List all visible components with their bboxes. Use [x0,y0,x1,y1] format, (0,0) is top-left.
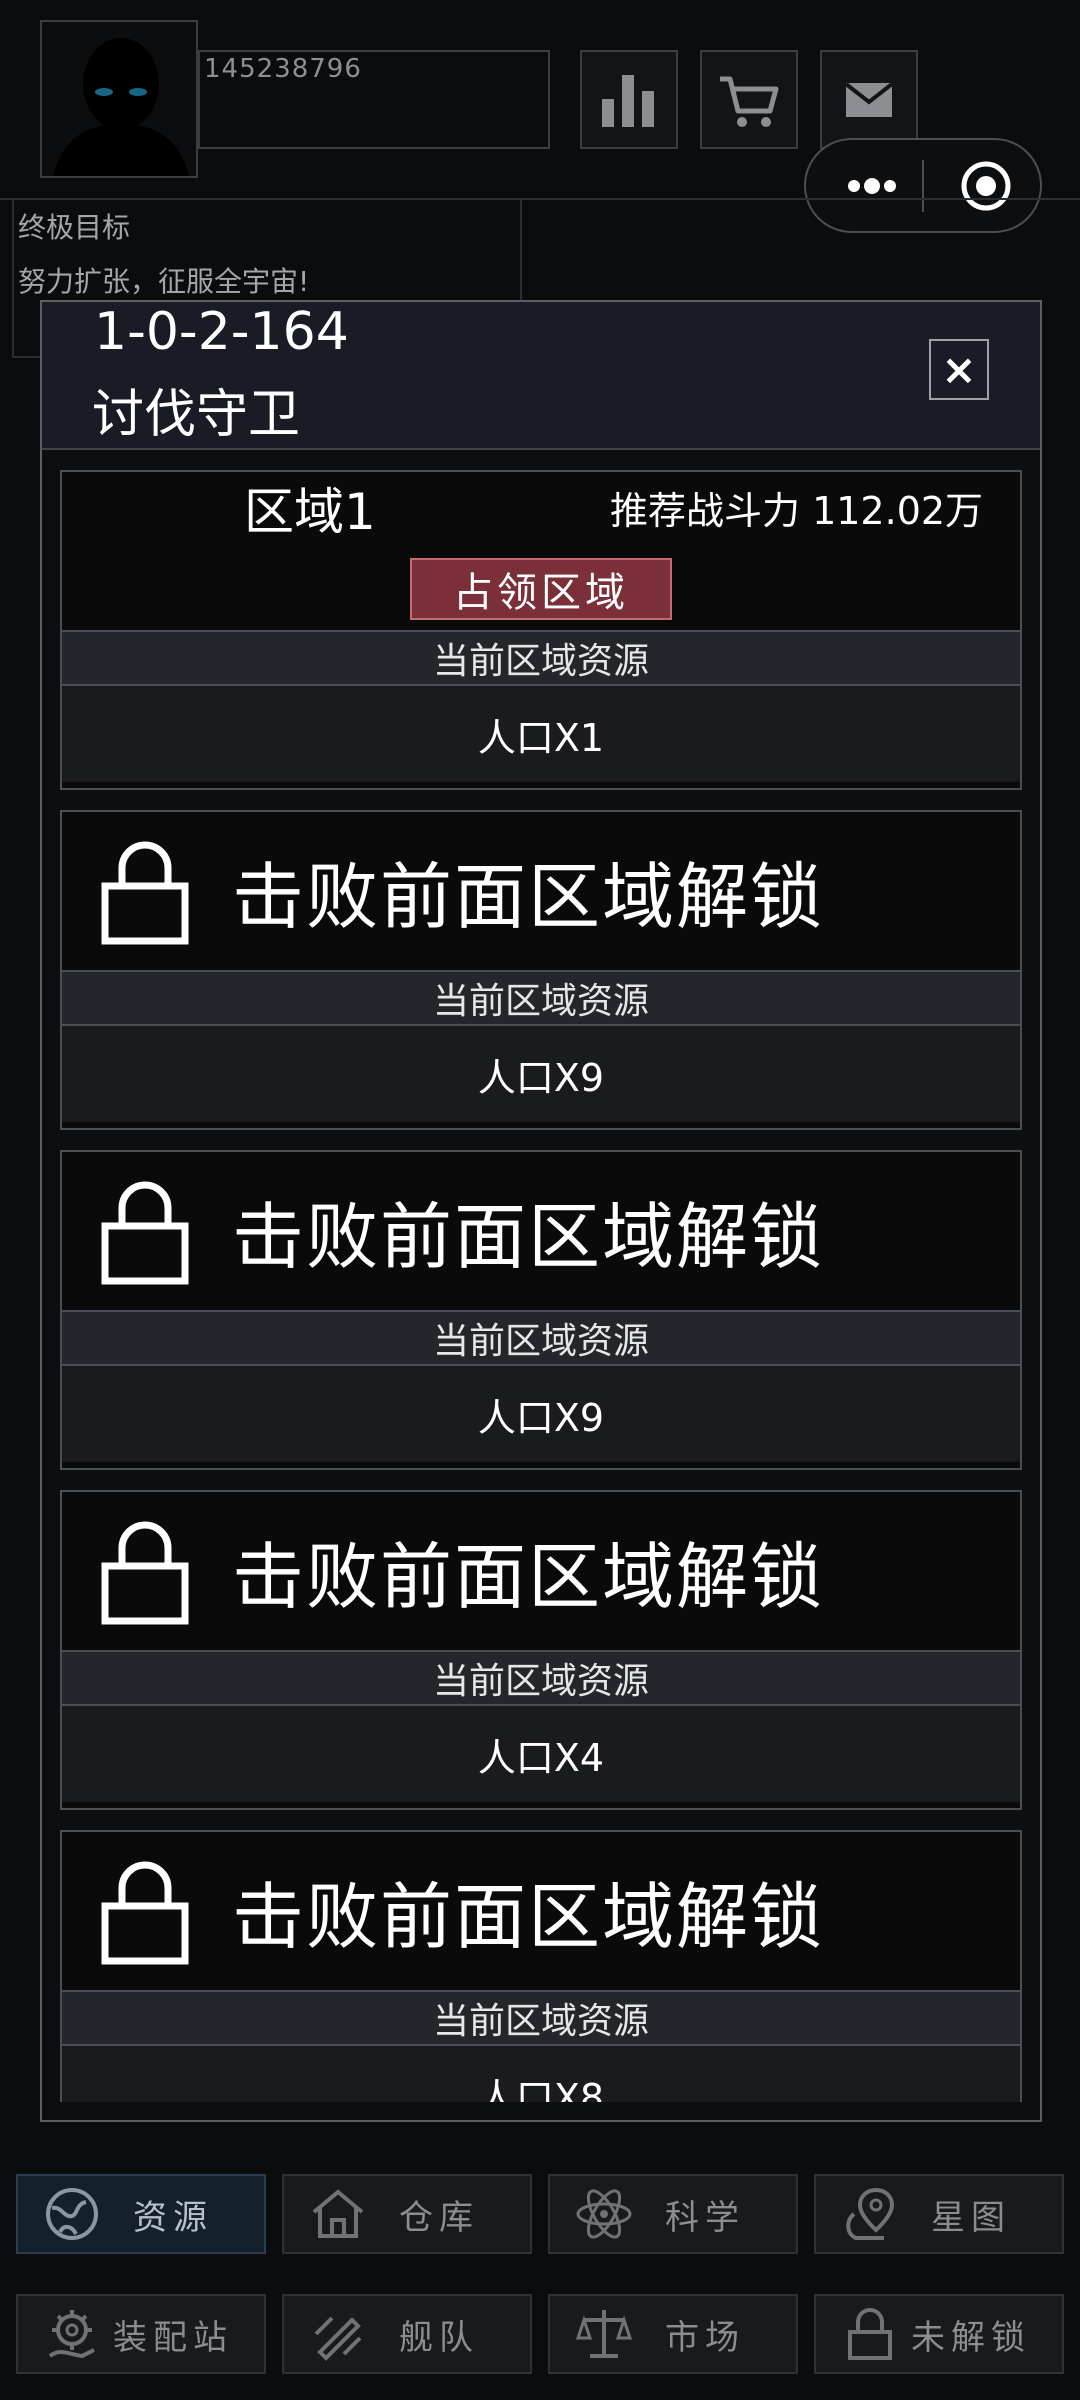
target-icon [961,161,1011,211]
resource-header: 当前区域资源 [62,1310,1020,1366]
resource-value: 人口X1 [62,686,1020,782]
resource-value: 人口X8 [62,2046,1020,2102]
stage-name: 讨伐守卫 [92,385,301,445]
locked-banner: 击败前面区域解锁 [62,812,1020,970]
bar-chart-icon [602,74,654,127]
user-id: 145238796 [204,54,362,84]
fleet-icon [314,2316,362,2361]
goal-title: 终极目标 [18,211,131,244]
nav-label: 装配站 [113,2317,233,2358]
lock-message: 击败前面区域解锁 [232,1195,825,1279]
warehouse-icon [312,2189,364,2238]
lock-icon [101,1861,189,1965]
resource-value: 人口X9 [62,1366,1020,1462]
nav-label: 未解锁 [911,2317,1031,2358]
nav-locked[interactable]: 未解锁 [814,2294,1064,2374]
nav-warehouse[interactable]: 仓库 [282,2174,532,2254]
nav-market[interactable]: 市场 [548,2294,798,2374]
region-card: 区域1 推荐战斗力 112.02万 占领区域 当前区域资源 人口X1 [60,470,1022,790]
scales-icon [575,2310,633,2358]
locked-banner: 击败前面区域解锁 [62,1152,1020,1310]
resource-header: 当前区域资源 [62,630,1020,686]
lock-icon [101,1521,189,1625]
resource-header: 当前区域资源 [62,1990,1020,2046]
more-button[interactable] [836,166,906,206]
nav-label: 星图 [931,2197,1011,2238]
mini-program-capsule [804,138,1042,233]
locked-region-card: 击败前面区域解锁 当前区域资源 人口X9 [60,810,1022,1130]
locked-region-card: 击败前面区域解锁 当前区域资源 人口X4 [60,1490,1022,1810]
nav-label: 科学 [665,2197,745,2238]
nav-starmap[interactable]: 星图 [814,2174,1064,2254]
goal-description: 努力扩张，征服全宇宙! [18,265,310,298]
more-icon [848,178,896,194]
resource-value: 人口X4 [62,1706,1020,1802]
region-list[interactable]: 区域1 推荐战斗力 112.02万 占领区域 当前区域资源 人口X1 击败前面区… [42,452,1040,2102]
nav-resources[interactable]: 资源 [16,2174,266,2254]
atom-icon [576,2189,632,2239]
avatar-image [42,22,196,176]
resource-value: 人口X9 [62,1026,1020,1122]
nav-science[interactable]: 科学 [548,2174,798,2254]
ranking-button[interactable] [580,50,678,149]
lock-message: 击败前面区域解锁 [232,1535,825,1619]
lock-message: 击败前面区域解锁 [232,1875,825,1959]
close-button[interactable]: × [929,339,989,400]
recommended-power: 推荐战斗力 112.02万 [610,489,984,533]
cart-icon [720,76,779,127]
map-pin-icon [846,2187,895,2240]
shop-button[interactable] [700,50,798,149]
lock-message: 击败前面区域解锁 [232,855,825,939]
avatar[interactable] [40,20,198,178]
gear-hand-icon [48,2310,95,2359]
resource-header: 当前区域资源 [62,1650,1020,1706]
locked-banner: 击败前面区域解锁 [62,1492,1020,1650]
nav-label: 资源 [133,2197,213,2238]
exit-button[interactable] [958,158,1014,214]
locked-region-card: 击败前面区域解锁 当前区域资源 人口X9 [60,1150,1022,1470]
mail-icon [844,81,894,117]
lock-icon [101,1181,189,1285]
nav-label: 仓库 [399,2197,479,2238]
locked-region-card: 击败前面区域解锁 当前区域资源 人口X8 [60,1830,1022,2102]
nav-label: 舰队 [399,2317,479,2358]
occupy-region-button[interactable]: 占领区域 [410,558,672,620]
locked-banner: 击败前面区域解锁 [62,1832,1020,1990]
nav-assembly[interactable]: 装配站 [16,2294,266,2374]
region-name: 区域1 [244,483,376,541]
resource-header: 当前区域资源 [62,970,1020,1026]
stage-code: 1-0-2-164 [94,302,349,362]
nav-label: 市场 [665,2317,745,2358]
globe-icon [46,2188,98,2240]
lock-icon [101,841,189,945]
capsule-divider [922,160,924,212]
lock-icon [848,2308,892,2360]
nav-fleet[interactable]: 舰队 [282,2294,532,2374]
mail-button[interactable] [820,50,918,149]
